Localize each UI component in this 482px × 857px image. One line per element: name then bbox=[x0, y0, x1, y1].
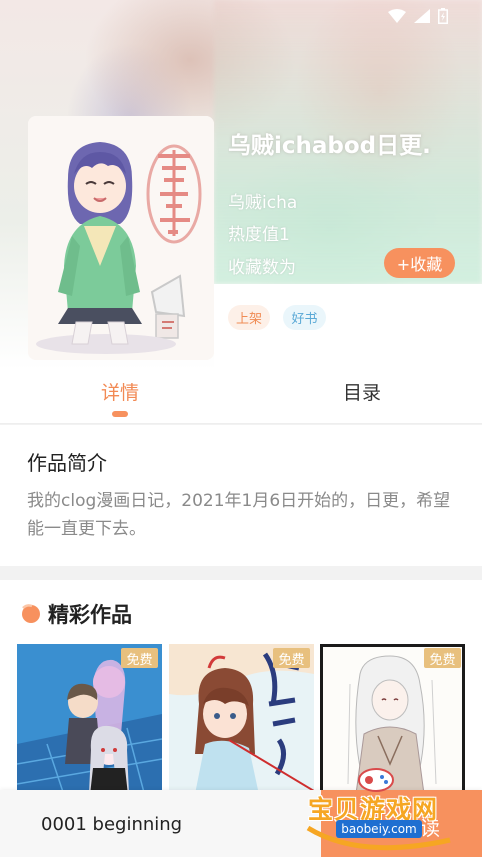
detail-tabs: 详情 目录 bbox=[0, 370, 482, 424]
status-bar bbox=[388, 8, 448, 24]
active-tab-indicator bbox=[112, 411, 128, 417]
synopsis-text: 我的clog漫画日记，2021年1月6日开始的，日更，希望能一直更下去。 bbox=[27, 491, 451, 539]
book-author[interactable]: 乌贼icha bbox=[228, 188, 338, 213]
add-favorite-button[interactable]: +收藏 bbox=[384, 248, 455, 278]
free-badge: 免费 bbox=[121, 648, 158, 668]
featured-work-card[interactable]: 免费 bbox=[169, 644, 314, 804]
start-reading-button[interactable]: 读 bbox=[321, 790, 482, 857]
synopsis-section: 作品简介 我的clog漫画日记，2021年1月6日开始的，日更，希望能一直更下去… bbox=[0, 425, 482, 566]
current-chapter-label[interactable]: 0001 beginning bbox=[41, 814, 182, 835]
book-heat-value: 热度值1 bbox=[228, 225, 290, 245]
featured-works-title: 精彩作品 bbox=[48, 603, 132, 627]
book-favorite-count: 收藏数为 bbox=[228, 258, 296, 278]
featured-work-card[interactable]: 免费 bbox=[320, 644, 465, 804]
tab-catalog[interactable]: 目录 bbox=[343, 378, 381, 405]
signal-icon bbox=[414, 9, 430, 23]
featured-section-icon bbox=[22, 604, 40, 623]
tag-on-shelf: 上架 bbox=[228, 305, 270, 330]
book-header: 乌贼ichabod日更. 乌贼icha 热度值1 收藏数为 +收藏 上架 好书 bbox=[0, 0, 482, 370]
book-cover[interactable] bbox=[28, 116, 214, 360]
tab-detail[interactable]: 详情 bbox=[101, 378, 139, 405]
synopsis-title: 作品简介 bbox=[27, 451, 107, 475]
featured-work-cover bbox=[17, 644, 162, 804]
start-reading-label: 读 bbox=[420, 816, 440, 840]
tag-good-book: 好书 bbox=[283, 305, 326, 330]
free-badge: 免费 bbox=[424, 648, 461, 668]
featured-work-cover bbox=[169, 644, 314, 804]
book-cover-illustration bbox=[28, 116, 214, 360]
free-badge: 免费 bbox=[273, 648, 310, 668]
battery-icon bbox=[438, 8, 448, 24]
featured-work-cover bbox=[320, 644, 465, 804]
bottom-action-bar: 0001 beginning 读 bbox=[0, 790, 482, 857]
featured-work-card[interactable]: 免费 bbox=[17, 644, 162, 804]
wifi-icon bbox=[388, 9, 406, 23]
book-title: 乌贼ichabod日更. bbox=[228, 133, 431, 159]
